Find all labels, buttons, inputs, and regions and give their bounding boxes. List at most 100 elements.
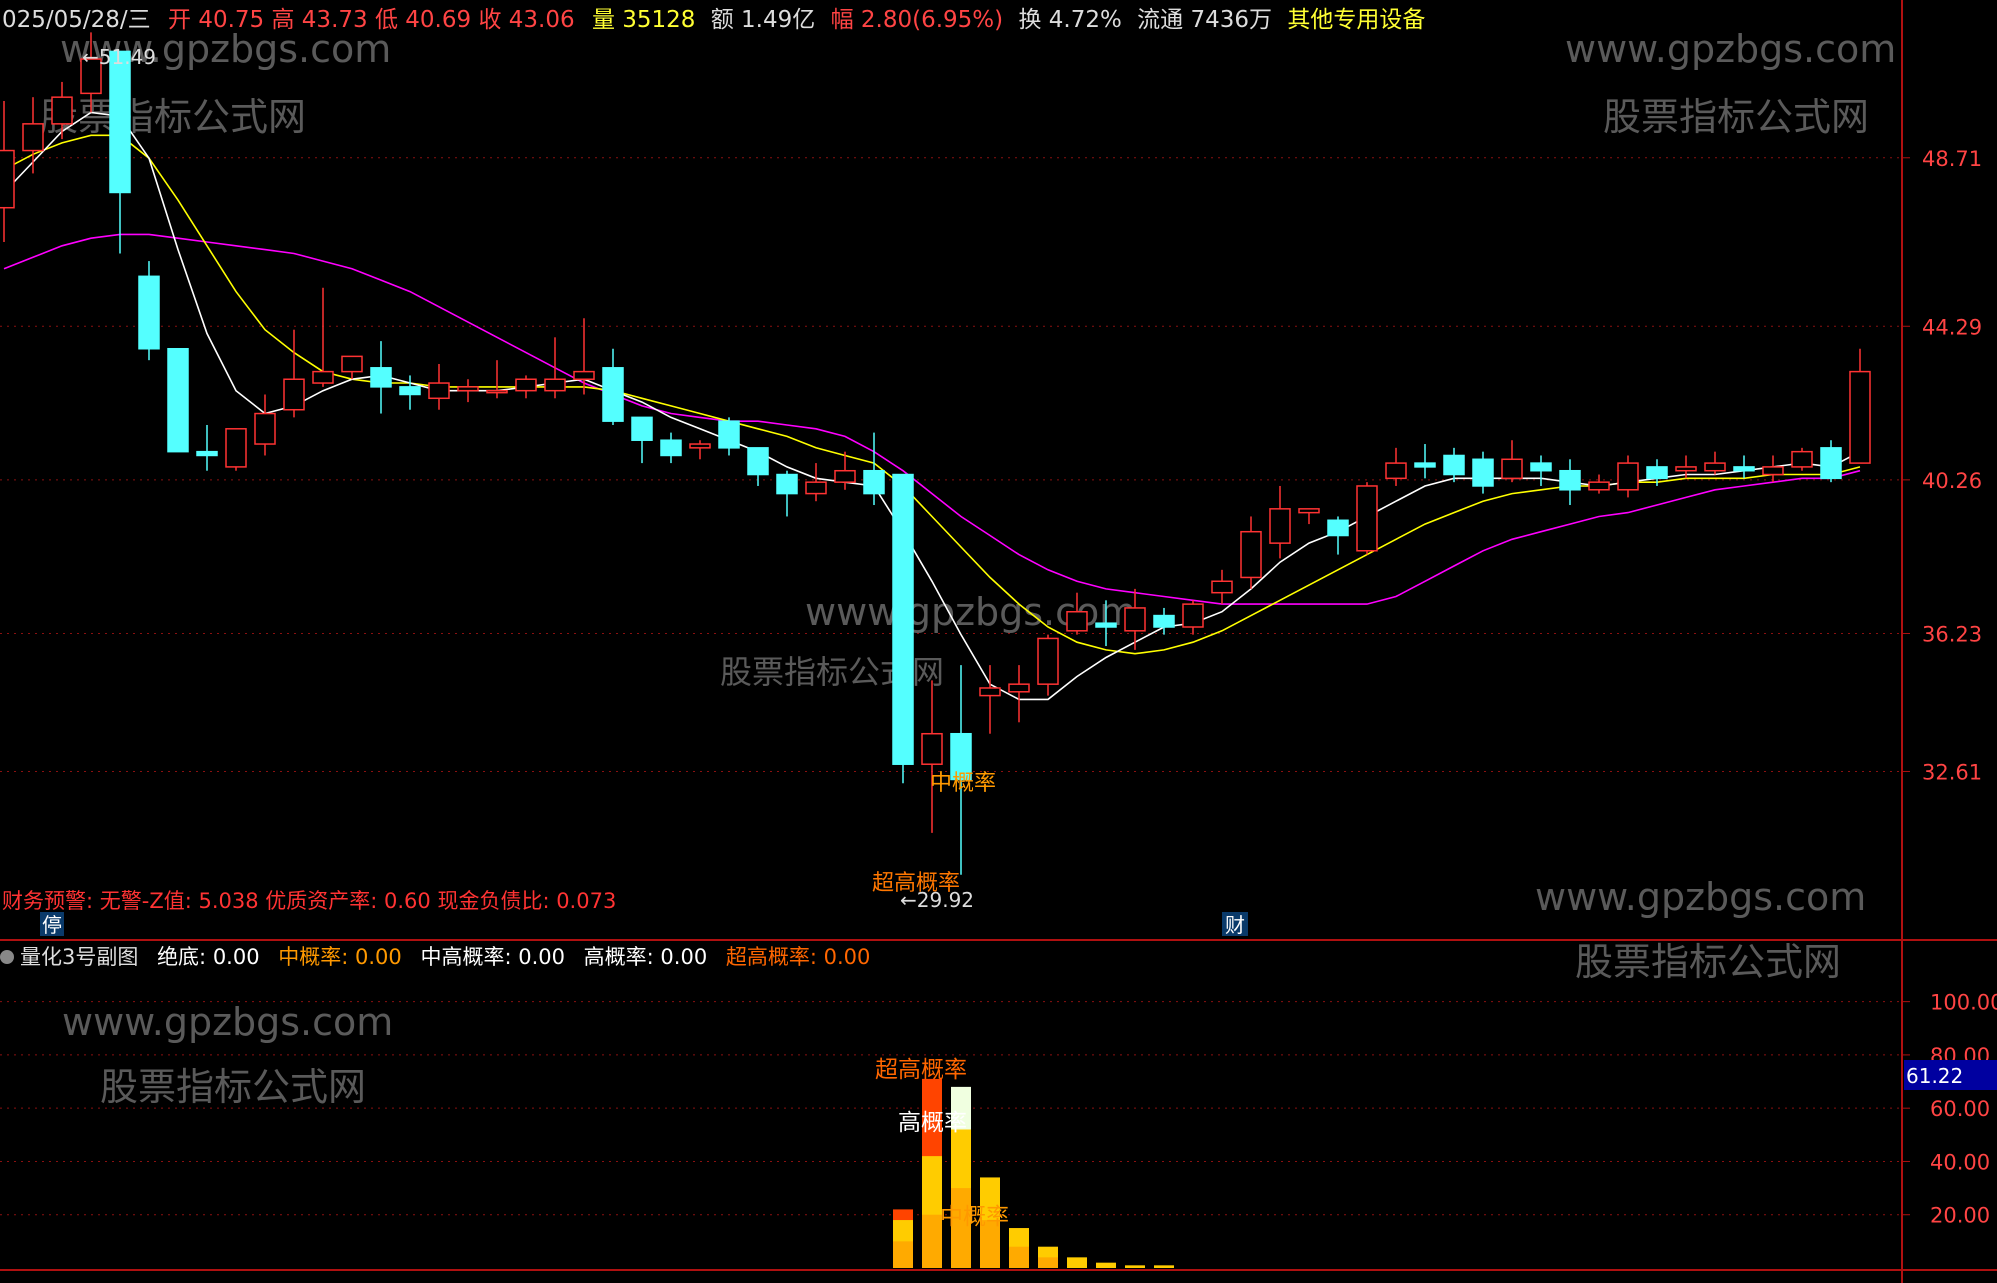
probability-bar-mid-high bbox=[1125, 1265, 1145, 1268]
legend-item-mid-high: 中高概率: 0.00 bbox=[420, 945, 565, 969]
candle bbox=[428, 363, 450, 410]
header-close: 43.06 bbox=[509, 7, 575, 33]
candle-body bbox=[1588, 481, 1610, 491]
candle-body bbox=[370, 367, 392, 388]
candle-body bbox=[1501, 458, 1523, 480]
candle bbox=[892, 473, 914, 784]
candle bbox=[776, 470, 798, 517]
candle bbox=[1356, 482, 1378, 555]
legend-item-mid: 中概率: 0.00 bbox=[278, 945, 402, 969]
price-tick-label: 40.26 bbox=[1922, 469, 1982, 493]
candle-body bbox=[1327, 519, 1349, 537]
finance-warning: 财务预警: 无警-Z值: 5.038 优质资产率: 0.60 现金负债比: 0.… bbox=[2, 889, 616, 913]
candle bbox=[1240, 516, 1262, 589]
probability-bar bbox=[1125, 1265, 1145, 1268]
sub-tick-label: 20.00 bbox=[1930, 1204, 1990, 1228]
watermark-cn: 股票指标公式网 bbox=[100, 1065, 366, 1109]
candle bbox=[747, 447, 769, 486]
candle bbox=[660, 432, 682, 464]
candle bbox=[1501, 440, 1523, 483]
sub-axis-labels: 100.0080.0060.0040.0020.00 bbox=[1902, 991, 1997, 1228]
candle-body bbox=[1530, 462, 1552, 472]
candle-body bbox=[312, 370, 334, 384]
sub-annotation-mid: 中概率 bbox=[940, 1204, 1009, 1230]
price-axis-labels: 48.71 44.29 40.26 36.23 32.61 bbox=[1902, 147, 1982, 784]
probability-bar bbox=[1009, 1228, 1029, 1268]
sub-tick-label: 100.00 bbox=[1930, 991, 1997, 1015]
candle-body bbox=[1385, 462, 1407, 480]
indicator-settings-icon[interactable] bbox=[0, 950, 14, 964]
candle bbox=[1211, 569, 1233, 605]
candle bbox=[1588, 474, 1610, 494]
candle-body bbox=[1791, 450, 1813, 468]
header-high: 43.73 bbox=[302, 7, 368, 33]
candle bbox=[602, 348, 624, 425]
candle-body bbox=[1559, 469, 1581, 491]
candle bbox=[283, 329, 305, 418]
candle-body bbox=[660, 439, 682, 457]
candle-body bbox=[921, 732, 943, 765]
candle-body bbox=[544, 378, 566, 392]
candle-body bbox=[1443, 454, 1465, 476]
candle-body bbox=[341, 355, 363, 373]
svg-text:025/05/28/三 开 40.7: 025/05/28/三 开 40.75 高 43.73 低 40.69 收 43… bbox=[2, 7, 1425, 33]
candle-body bbox=[138, 275, 160, 350]
candle-body bbox=[1762, 466, 1784, 476]
header-volume: 35128 bbox=[622, 7, 695, 33]
watermark-url: www.gpzbgs.com bbox=[1535, 875, 1866, 919]
header-open: 40.75 bbox=[198, 7, 264, 33]
candle bbox=[1008, 665, 1030, 723]
candle-body bbox=[892, 473, 914, 765]
candle-body bbox=[1182, 603, 1204, 628]
candle bbox=[225, 428, 247, 471]
sub-title: 量化3号副图 bbox=[20, 945, 138, 969]
candle-body bbox=[718, 420, 740, 449]
candle-body bbox=[1269, 508, 1291, 544]
candle-body bbox=[225, 428, 247, 468]
probability-bar bbox=[922, 1078, 942, 1268]
candle-body bbox=[1095, 622, 1117, 628]
candle bbox=[1327, 516, 1349, 555]
tag-stop: 停 bbox=[42, 913, 62, 937]
candle-body bbox=[283, 378, 305, 411]
sub-tick-label: 60.00 bbox=[1930, 1097, 1990, 1121]
header-turnover-label: 换 bbox=[1018, 7, 1041, 33]
candle-body bbox=[167, 347, 189, 453]
header-industry: 其他专用设备 bbox=[1287, 7, 1425, 33]
candle-body bbox=[776, 473, 798, 495]
candle bbox=[805, 463, 827, 502]
header-high-label: 高 bbox=[271, 7, 294, 33]
main-grid bbox=[0, 157, 1902, 772]
candle bbox=[1704, 451, 1726, 475]
candle-body bbox=[1298, 508, 1320, 514]
price-tick-label: 32.61 bbox=[1922, 760, 1982, 784]
candle-body bbox=[1356, 485, 1378, 552]
candle bbox=[631, 416, 653, 464]
header-low: 40.69 bbox=[405, 7, 471, 33]
candle bbox=[341, 355, 363, 380]
candle-body bbox=[1733, 466, 1755, 472]
candle bbox=[138, 261, 160, 361]
candle bbox=[1385, 447, 1407, 486]
header-amount-label: 额 bbox=[711, 7, 734, 33]
candle-body bbox=[254, 412, 276, 445]
probability-bar bbox=[893, 1209, 913, 1268]
candle-body bbox=[1646, 466, 1668, 480]
candle bbox=[486, 360, 508, 399]
candle-body bbox=[51, 96, 73, 125]
candle-body bbox=[1849, 370, 1871, 464]
probability-bar bbox=[1038, 1246, 1058, 1268]
candle-body bbox=[1066, 610, 1088, 632]
legend-item-high: 高概率: 0.00 bbox=[584, 945, 708, 969]
candle bbox=[689, 440, 711, 460]
candle bbox=[1530, 455, 1552, 486]
probability-bar-mid bbox=[1009, 1246, 1029, 1268]
candle-body bbox=[631, 416, 653, 441]
header-bar: 025/05/28/三 开 40.75 高 43.73 低 40.69 收 43… bbox=[2, 7, 1425, 33]
candle bbox=[950, 665, 972, 875]
header-change-label: 幅 bbox=[831, 7, 854, 33]
candle-body bbox=[602, 367, 624, 422]
candle-body bbox=[573, 370, 595, 380]
candle bbox=[1037, 634, 1059, 696]
candle-body bbox=[428, 382, 450, 400]
